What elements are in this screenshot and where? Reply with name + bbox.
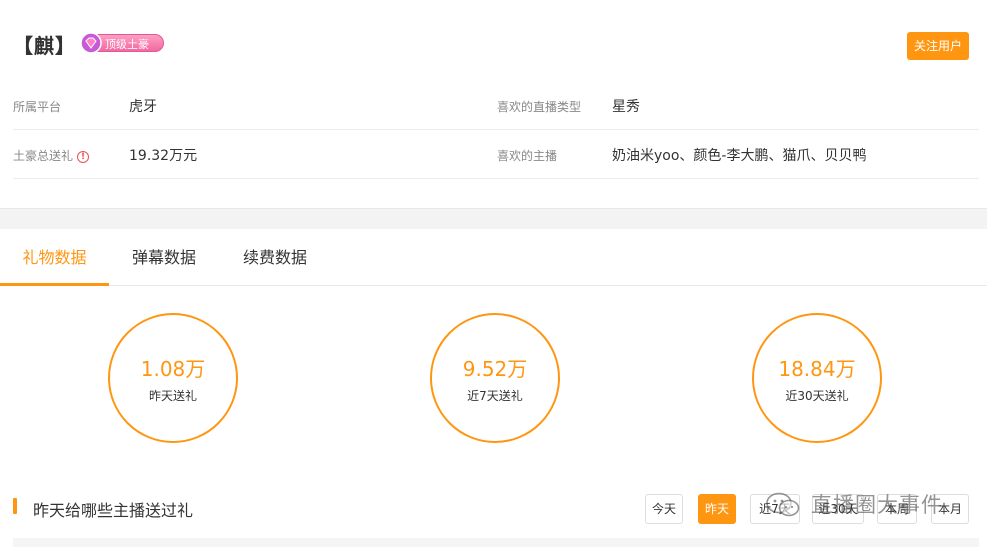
stat-value: 18.84万 (778, 357, 856, 381)
section-accent-bar (13, 498, 17, 514)
platform-value: 虎牙 (129, 99, 157, 115)
follow-user-button[interactable]: 关注用户 (907, 32, 969, 60)
platform-label: 所属平台 (13, 100, 62, 114)
table-header-strip (13, 538, 979, 547)
stat-30days: 18.84万 近30天送礼 (752, 313, 882, 443)
wechat-icon (766, 492, 800, 517)
stat-value: 1.08万 (140, 357, 206, 381)
stat-caption: 近7天送礼 (467, 389, 523, 403)
rank-badge: 顶级土豪 (80, 32, 166, 54)
stat-yesterday: 1.08万 昨天送礼 (108, 313, 238, 443)
total-gift-value: 19.32万元 (129, 148, 198, 164)
tab-danmaku-data[interactable]: 弹幕数据 (118, 229, 210, 286)
watermark-text: 直播圈大事件 (811, 493, 943, 517)
total-gift-label-wrap: 土豪总送礼! (13, 147, 90, 164)
user-card: 【麒】 顶级土豪 关注用户 所属平台 虎牙 喜欢的直播类型 星秀 土豪总送礼! … (0, 0, 987, 209)
tab-bar: 礼物数据 弹幕数据 续费数据 (0, 229, 987, 286)
range-yesterday-button[interactable]: 昨天 (698, 494, 736, 524)
range-today-button[interactable]: 今天 (645, 494, 683, 524)
stat-caption: 近30天送礼 (785, 389, 849, 403)
favorite-type-value: 星秀 (612, 99, 640, 115)
stat-caption: 昨天送礼 (148, 389, 197, 403)
favorite-anchor-label: 喜欢的主播 (497, 149, 558, 163)
tab-renewal-data[interactable]: 续费数据 (229, 229, 321, 286)
info-warning-icon[interactable]: ! (77, 150, 90, 163)
section-title: 昨天给哪些主播送过礼 (33, 501, 194, 520)
stat-value: 9.52万 (462, 357, 528, 381)
total-gift-label: 土豪总送礼 (13, 149, 74, 163)
diamond-icon (80, 32, 102, 54)
favorite-anchor-value: 奶油米yoo、颜色-李大鹏、猫爪、贝贝鸭 (612, 148, 867, 164)
tab-gift-data[interactable]: 礼物数据 (0, 229, 109, 286)
favorite-type-label: 喜欢的直播类型 (497, 100, 582, 114)
user-name: 【麒】 (13, 34, 76, 58)
info-row-gift: 土豪总送礼! 19.32万元 喜欢的主播 奶油米yoo、颜色-李大鹏、猫爪、贝贝… (13, 130, 979, 179)
stat-7days: 9.52万 近7天送礼 (430, 313, 560, 443)
info-row-platform: 所属平台 虎牙 喜欢的直播类型 星秀 (13, 81, 979, 130)
rank-badge-label: 顶级土豪 (105, 38, 149, 51)
